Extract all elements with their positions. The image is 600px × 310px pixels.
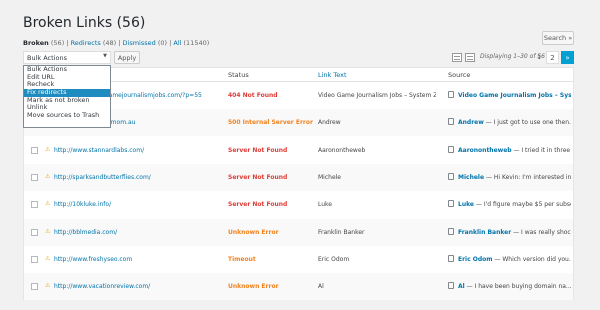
table-row: ⚠ http://sparksandbutterflies.com/Server …	[24, 163, 573, 191]
comment-icon	[448, 227, 454, 235]
warning-icon: ⚠	[45, 282, 51, 290]
row-checkbox[interactable]	[31, 228, 38, 236]
broken-url-link[interactable]: http://www.freshyseo.com	[54, 256, 219, 263]
current-page: 1	[537, 53, 542, 61]
source-cell: Al — I have been buying domain na...	[458, 283, 571, 290]
source-cell: Video Game Journalism Jobs – Syste...	[458, 92, 571, 99]
warning-icon: ⚠	[45, 227, 51, 235]
broken-url-link[interactable]: http://www.vacationreview.com/	[54, 283, 219, 290]
filter-dismissed[interactable]: Dismissed (0)	[123, 39, 168, 47]
status-text: 500 Internal Server Error	[228, 119, 313, 127]
dropdown-arrow-icon: ▼	[103, 53, 107, 59]
status-text: Unknown Error	[228, 228, 279, 236]
comment-icon	[448, 200, 454, 208]
status-filters: Broken (56) | Redirects (48) | Dismissed…	[23, 39, 210, 47]
apply-button[interactable]: Apply	[114, 51, 140, 64]
link-text: Video Game Journalism Jobs – System Z...	[318, 92, 436, 99]
link-text: Michele	[318, 173, 341, 181]
row-checkbox[interactable]	[31, 173, 38, 181]
comment-icon	[448, 282, 454, 290]
link-text: Franklin Banker	[318, 228, 365, 236]
column-source[interactable]: Source	[448, 71, 470, 79]
broken-url-link[interactable]: http://www.stannardlabs.com/	[54, 147, 219, 154]
table-row: ⚠ http://10kluke.info/Server Not Found Luk…	[24, 191, 573, 218]
comment-icon	[448, 172, 454, 180]
bulk-actions-dropdown: Bulk Actions Edit URL Recheck Fix redire…	[23, 65, 111, 128]
source-link[interactable]: Aaronontheweb	[458, 147, 512, 154]
link-text: Al	[318, 283, 324, 291]
status-text: Server Not Found	[228, 173, 288, 181]
warning-icon: ⚠	[45, 200, 51, 208]
source-excerpt: — Which version did you...	[492, 255, 571, 263]
comment-icon	[448, 118, 454, 126]
next-page-button[interactable]: »	[561, 51, 574, 64]
source-link[interactable]: Eric Odom	[458, 256, 493, 263]
option-move-to-trash[interactable]: Move sources to Trash	[24, 111, 110, 120]
filter-all[interactable]: All (11540)	[173, 39, 209, 47]
source-cell: Andrew — I just got to use one then...	[458, 119, 571, 126]
search-button[interactable]: Search »	[542, 31, 574, 45]
comment-icon	[448, 254, 454, 262]
source-excerpt: — I'd figure maybe $5 per subsc...	[474, 201, 571, 209]
link-text: Andrew	[318, 119, 341, 127]
warning-icon: ⚠	[45, 254, 51, 262]
broken-url-link[interactable]: http://sparksandbutterflies.com/	[54, 174, 219, 181]
table-row: ⚠ http://www.vacationreview.com/Unknown E…	[24, 273, 573, 301]
source-cell: Aaronontheweb — I tried it in three in..…	[458, 147, 571, 154]
source-link[interactable]: Franklin Banker	[458, 229, 511, 236]
column-status[interactable]: Status	[228, 71, 249, 79]
broken-url-link[interactable]: http://10kluke.info/	[54, 201, 219, 208]
source-cell: Franklin Banker — I was really shoc...	[458, 229, 571, 236]
broken-url-link[interactable]: http://bblmedia.com/	[54, 229, 219, 236]
row-checkbox[interactable]	[31, 201, 38, 209]
status-text: 404 Not Found	[228, 92, 278, 99]
list-view-icon[interactable]	[452, 53, 462, 62]
source-excerpt: — I have been buying domain na...	[464, 283, 571, 291]
source-excerpt: — I just got to use one then...	[483, 119, 571, 127]
warning-icon: ⚠	[45, 172, 51, 180]
source-link[interactable]: Andrew	[458, 119, 484, 126]
comment-icon	[448, 145, 454, 153]
source-excerpt: — Hi Kevin: I'm interested in...	[484, 173, 571, 181]
link-text: Luke	[318, 201, 332, 209]
source-link[interactable]: Video Game Journalism Jobs – Syste...	[458, 92, 571, 99]
row-checkbox[interactable]	[31, 146, 38, 154]
table-row: ⚠ http://www.stannardlabs.com/Server Not …	[24, 137, 573, 164]
table-row: ⚠ http://bblmedia.com/Unknown Error Frankl…	[24, 218, 573, 246]
link-text: Eric Odom	[318, 255, 350, 263]
source-link[interactable]: Al	[458, 283, 465, 290]
comment-icon	[448, 91, 454, 98]
row-checkbox[interactable]	[31, 283, 38, 291]
excerpt-view-icon[interactable]	[465, 53, 475, 62]
status-text: Unknown Error	[228, 283, 279, 291]
source-excerpt: — I was really shoc...	[511, 228, 571, 236]
filter-broken[interactable]: Broken (56)	[23, 39, 64, 47]
page-2-link[interactable]: 2	[546, 51, 559, 64]
source-cell: Eric Odom — Which version did you...	[458, 256, 571, 263]
source-link[interactable]: Luke	[458, 201, 474, 208]
link-text: Aaronontheweb	[318, 146, 366, 154]
column-link-text[interactable]: Link Text	[318, 71, 347, 79]
source-cell: Michele — Hi Kevin: I'm interested in...	[458, 174, 571, 181]
status-text: Server Not Found	[228, 146, 288, 154]
filter-redirects[interactable]: Redirects (48)	[71, 39, 117, 47]
bulk-actions-select[interactable]: Bulk Actions ▼	[23, 51, 111, 64]
status-text: Timeout	[228, 255, 256, 263]
page-title: Broken Links (56)	[23, 15, 146, 31]
warning-icon: ⚠	[45, 145, 51, 153]
source-link[interactable]: Michele	[458, 174, 484, 181]
source-excerpt: — I tried it in three in...	[513, 146, 571, 154]
source-cell: Luke — I'd figure maybe $5 per subsc...	[458, 201, 571, 208]
table-row: ⚠ http://www.freshyseo.com Timeout Eric Odo…	[24, 246, 573, 273]
status-text: Server Not Found	[228, 201, 288, 209]
displaying-count: Displaying 1–30 of 56	[480, 53, 545, 60]
row-checkbox[interactable]	[31, 255, 38, 263]
